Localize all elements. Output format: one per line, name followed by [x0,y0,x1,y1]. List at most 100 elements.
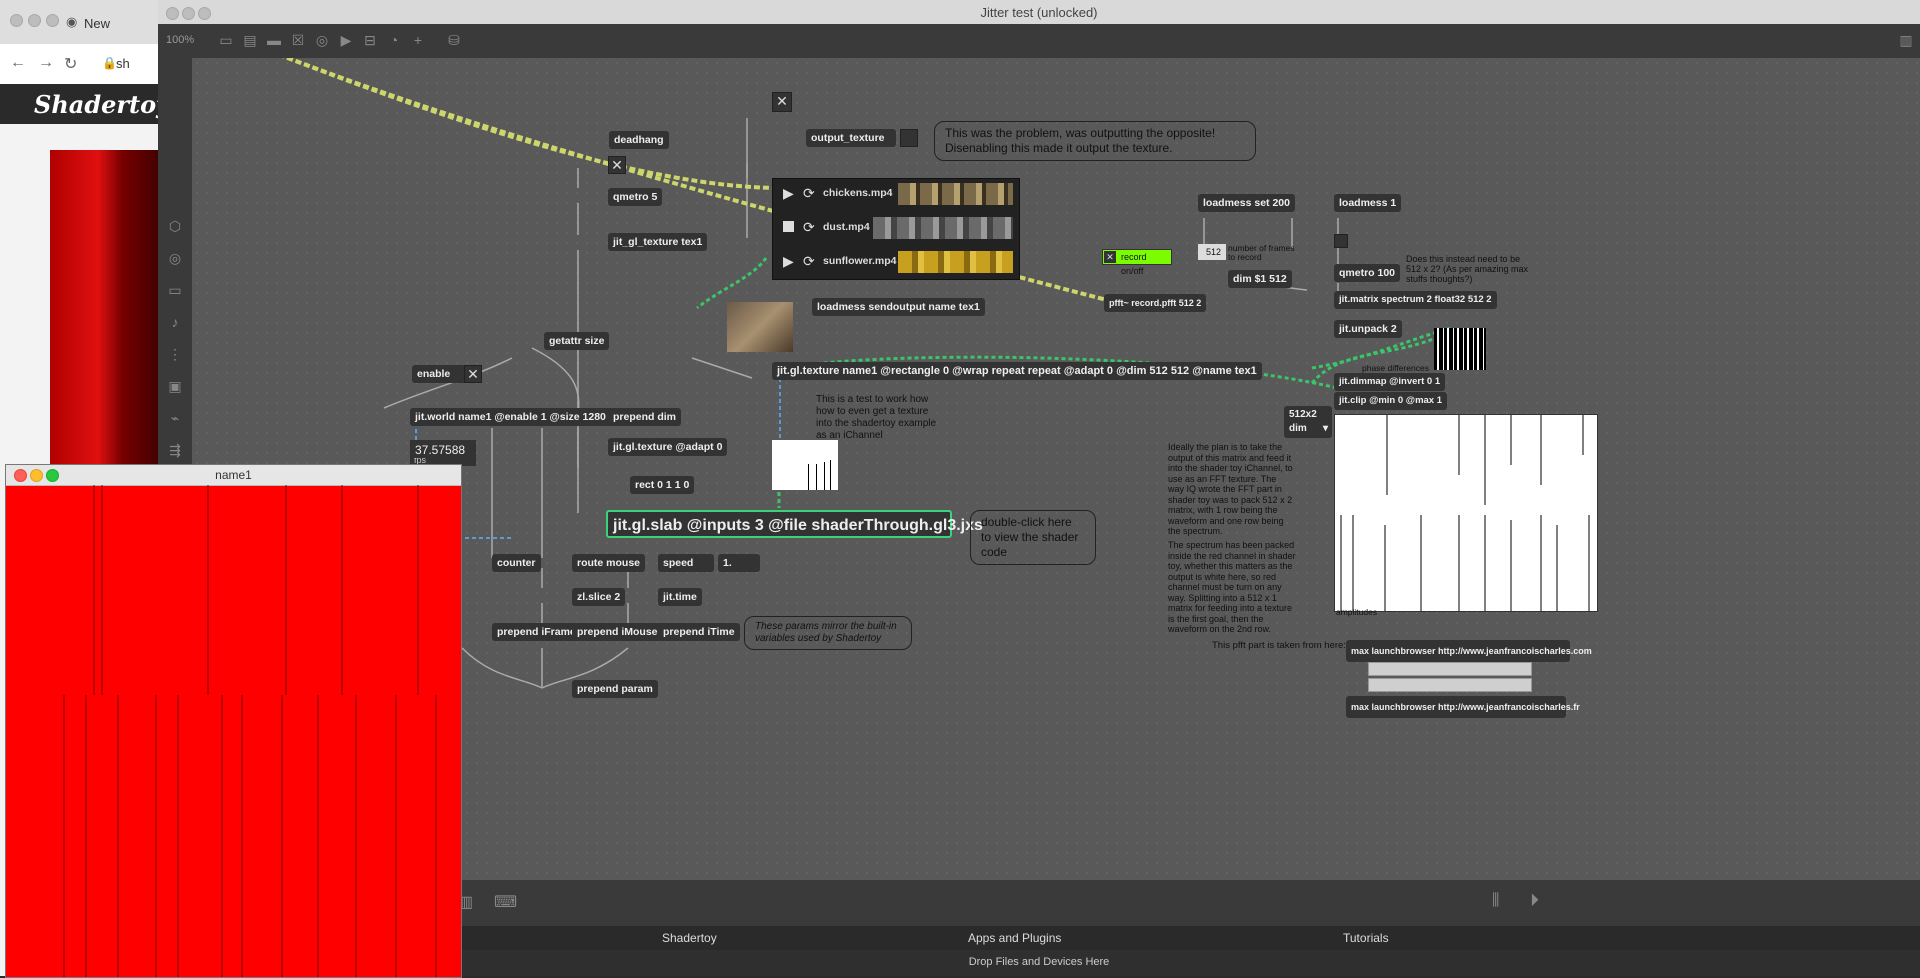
playlist-row[interactable]: ▶ ⟳ sunflower.mp4 [773,247,1019,277]
forward-arrow-icon[interactable]: → [38,54,54,72]
keyboard-icon[interactable]: ⌨ [494,892,517,912]
loadmess-sendoutput-object[interactable]: loadmess sendoutput name tex1 [812,298,985,316]
jit-unpack-object[interactable]: jit.unpack 2 [1334,320,1402,338]
loadbang-toggle[interactable]: ✕ [772,92,792,112]
window-close-button[interactable] [10,14,23,27]
prepend-imouse-object[interactable]: prepend iMouse [572,623,663,641]
enable-toggle[interactable]: ✕ [464,365,482,383]
loop-icon[interactable]: ⟳ [803,185,815,202]
amplitudes-label: amplitudes [1336,607,1378,617]
shadertoy-logo[interactable]: Shadertoy [34,90,170,119]
dim-512-object[interactable]: dim $1 512 [1228,270,1292,288]
amplitude-matrix-preview [1334,414,1598,612]
prepend-dim-object[interactable]: prepend dim [608,408,682,426]
zl-slice-object[interactable]: zl.slice 2 [572,588,626,606]
jit-matrix-spectrum-object[interactable]: jit.matrix spectrum 2 float32 512 2 [1334,291,1497,309]
patcher-title-bar: Jitter test (unlocked) [158,0,1920,25]
button-icon[interactable]: ◎ [314,32,330,48]
window-minimize-button[interactable] [28,14,41,27]
toggle-icon[interactable]: ☒ [290,32,306,48]
paint-bucket-icon[interactable]: ⛁ [446,32,462,48]
dial-icon[interactable]: ◔ [386,32,402,48]
shader-preview[interactable] [50,150,170,502]
loop-icon[interactable]: ⟳ [803,253,815,270]
plan-comment: Ideally the plan is to take the output o… [1168,442,1293,536]
jitter-render-output [63,485,437,977]
music-note-icon[interactable]: ♪ [166,314,184,332]
grid-toggle-icon[interactable]: ▥ [1898,32,1914,48]
jit-gl-texture-main-object[interactable]: jit.gl.texture name1 @rectangle 0 @wrap … [772,362,1262,380]
jit-time-object[interactable]: jit.time [658,588,702,606]
params-comment: These params mirror the built-in variabl… [744,616,912,650]
prepend-iframe-object[interactable]: prepend iFrame [492,623,581,641]
jit-dimmap-object[interactable]: jit.dimmap @invert 0 1 [1334,373,1446,391]
cube-icon[interactable]: ⬡ [166,218,184,236]
enable-attrui[interactable]: enable [412,365,466,383]
jit-world-object[interactable]: jit.world name1 @enable 1 @size 1280 720 [410,408,632,426]
route-mouse-object[interactable]: route mouse [572,554,646,572]
prepend-itime-object[interactable]: prepend iTime [658,623,740,641]
speed-attrui[interactable]: speed [658,554,714,572]
stop-icon[interactable] [783,221,794,232]
new-object-icon[interactable]: ▭ [218,32,234,48]
tab-apps-and-plugins[interactable]: Apps and Plugins [968,931,1061,945]
loadmess-set200-object[interactable]: loadmess set 200 [1198,194,1295,212]
qmetro-toggle[interactable]: ✕ [608,156,626,174]
frames-number[interactable]: 512 [1198,244,1226,260]
jitter-world-window[interactable]: name1 [5,464,462,978]
message-box-icon[interactable]: ▤ [242,32,258,48]
launchbrowser-msg-box[interactable] [1368,662,1532,676]
paperclip-icon[interactable]: ⌁ [166,410,184,428]
launchbrowser-com-message[interactable]: max launchbrowser http://www.jeanfrancoi… [1346,640,1592,662]
target-icon[interactable]: ◎ [166,250,184,268]
browser-tab-title[interactable]: New [84,16,110,31]
speed-number[interactable]: 1. [718,554,760,572]
rect-message[interactable]: rect 0 1 1 0 [630,476,695,494]
fps-number[interactable]: 37.57588 [410,440,476,460]
tab-shadertoy[interactable]: Shadertoy [662,931,717,945]
comment-icon[interactable]: ▬ [266,32,282,48]
record-checkbox-icon[interactable]: ✕ [1104,251,1116,263]
jit-gl-slab-object[interactable]: jit.gl.slab @inputs 3 @file shaderThroug… [606,510,983,538]
launchbrowser-msg-box[interactable] [1368,678,1532,692]
reload-icon[interactable]: ↻ [64,54,77,74]
getattr-size-object[interactable]: getattr size [544,332,610,350]
window-zoom-button[interactable] [46,14,59,27]
slider-icon[interactable]: ⊟ [362,32,378,48]
address-input[interactable]: sh [116,56,130,71]
pfft-object[interactable]: pfft~ record.pfft 512 2 [1104,294,1207,312]
sequencer-icon[interactable]: ⋮ [166,346,184,364]
packed-comment: The spectrum has been packed inside the … [1168,540,1296,634]
prepend-param-object[interactable]: prepend param [572,680,658,698]
tab-tutorials[interactable]: Tutorials [1343,931,1389,945]
jit-gl-texture-tex1-object[interactable]: jit_gl_texture tex1 [608,233,708,251]
counter-object[interactable]: counter [492,554,541,572]
output-texture-attrui[interactable]: output_texture [806,129,896,147]
media-icon[interactable]: ▶ [338,32,354,48]
playlist-row[interactable]: ▶ ⟳ chickens.mp4 [773,179,1019,209]
dim-attr-menu[interactable]: dim ▾ [1284,420,1332,438]
qmetro-100-object[interactable]: qmetro 100 [1334,264,1401,282]
image-icon[interactable]: ▣ [166,378,184,396]
jit-playlist[interactable]: ▶ ⟳ chickens.mp4 ⟳ dust.mp4 ▶ ⟳ sunflowe… [772,178,1020,280]
qmetro-100-toggle[interactable] [1334,234,1348,248]
qmetro-object[interactable]: qmetro 5 [608,188,663,206]
playlist-row[interactable]: ⟳ dust.mp4 [773,213,1019,243]
jit-gl-texture-adapt-object[interactable]: jit.gl.texture @adapt 0 [608,438,728,456]
play-icon[interactable]: ▶ [783,185,794,202]
plugin-icon[interactable]: ⇶ [166,442,184,460]
loop-icon[interactable]: ⟳ [803,219,815,236]
play-circle-icon[interactable]: ⏵ [1530,890,1539,911]
back-arrow-icon[interactable]: ← [10,54,26,72]
zoom-level[interactable]: 100% [166,34,194,46]
deadhang-object[interactable]: deadhang [609,131,669,149]
play-icon[interactable]: ▶ [783,253,794,270]
loadmess-1-object[interactable]: loadmess 1 [1334,194,1402,212]
jit-clip-object[interactable]: jit.clip @min 0 @max 1 [1334,392,1448,410]
sidebar-toggle-icon[interactable]: ⫼ [1492,892,1499,910]
record-toggle[interactable]: ✕ record on/off [1102,249,1172,276]
launchbrowser-fr-message[interactable]: max launchbrowser http://www.jeanfrancoi… [1346,696,1580,718]
output-texture-checkbox[interactable] [900,129,918,147]
add-icon[interactable]: + [410,32,426,48]
panel-icon[interactable]: ▭ [166,282,184,300]
